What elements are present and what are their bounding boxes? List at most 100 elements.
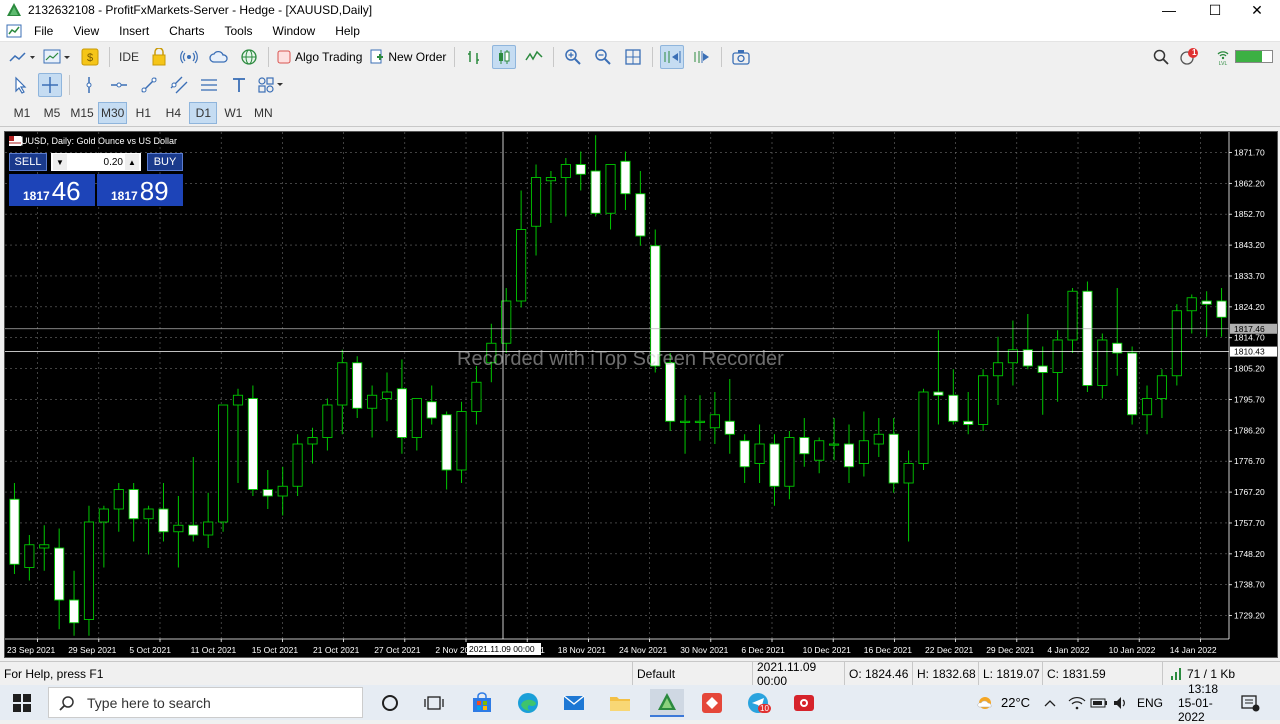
tf-m1[interactable]: M1 [8,102,36,124]
algo-trading-button[interactable]: Algo Trading [273,45,366,69]
text-tool-button[interactable] [227,73,251,97]
buy-button[interactable]: BUY [147,153,183,171]
candle-body [903,463,914,484]
chart-shift-button[interactable] [690,45,714,69]
menu-file[interactable]: File [24,24,63,38]
new-chart-dropdown[interactable] [42,45,72,69]
close-button[interactable]: ✕ [1234,0,1280,20]
ide-button[interactable]: IDE [117,45,141,69]
battery-icon[interactable] [1090,685,1108,720]
candle-body [918,391,929,464]
menu-charts[interactable]: Charts [159,24,214,38]
auto-scroll-button[interactable] [660,44,685,69]
candle-body [769,443,780,487]
cursor-button[interactable] [8,73,32,97]
market-button[interactable]: $ [78,45,102,69]
tf-h4[interactable]: H4 [159,102,187,124]
tile-windows-button[interactable] [621,45,645,69]
candle-body [367,394,378,409]
new-order-button[interactable]: New Order [366,45,450,69]
candle-body [1067,290,1078,341]
volume-input[interactable]: ▼ 0.20 ▲ [51,153,141,171]
task-view-button[interactable] [420,689,448,717]
taskbar-metatrader-app[interactable] [650,689,684,717]
price-axis-label: 1795.70 [1234,394,1265,404]
task-view-icon [424,696,444,710]
volume-icon[interactable] [1112,685,1130,720]
start-button[interactable] [8,689,36,717]
shapes-dropdown[interactable] [257,73,285,97]
clock[interactable]: 13:18 15-01-2022 [1178,682,1228,724]
connection-status[interactable]: LVL [1211,45,1235,69]
status-profile[interactable]: Default [632,662,750,685]
volume-decrease-icon[interactable]: ▼ [53,154,67,170]
ask-price-box[interactable]: 1817 89 [97,174,183,206]
horizontal-line-button[interactable] [107,73,131,97]
taskbar-recorder-app[interactable] [790,689,818,717]
candle-body [411,398,422,438]
tf-mn[interactable]: MN [249,102,277,124]
candle-body [396,388,407,438]
line-chart-button[interactable] [522,45,546,69]
tf-m5[interactable]: M5 [38,102,66,124]
date-axis-label: 18 Nov 2021 [558,645,606,655]
taskbar-edge-app[interactable] [514,689,542,717]
channel-button[interactable] [167,73,191,97]
zoom-out-button[interactable] [591,45,615,69]
taskbar-anydesk-app[interactable] [698,689,726,717]
menu-insert[interactable]: Insert [109,24,159,38]
taskbar-telegram-app[interactable]: 10 [744,689,772,717]
tf-h1[interactable]: H1 [129,102,157,124]
vertical-line-button[interactable] [77,73,101,97]
tf-m15[interactable]: M15 [68,102,96,124]
chart-type-dropdown[interactable] [8,45,36,69]
trend-line-icon [141,77,157,93]
volume-increase-icon[interactable]: ▲ [125,154,139,170]
menu-help[interactable]: Help [325,24,370,38]
crosshair-button[interactable] [38,73,62,97]
maximize-button[interactable]: ☐ [1192,0,1238,20]
lock-button[interactable] [147,45,171,69]
candle-body [471,381,482,412]
chart-window[interactable]: 1871.70 1862.20 1852.70 1843.20 1833.70 1824.… [4,131,1278,658]
taskbar-store-app[interactable] [468,689,496,717]
wifi-icon[interactable] [1068,685,1086,720]
language-indicator[interactable]: ENG [1137,685,1163,720]
cortana-button[interactable] [376,689,404,717]
tf-w1[interactable]: W1 [219,102,247,124]
globe-icon [241,48,257,65]
zoom-in-button[interactable] [561,45,585,69]
bar-chart-button[interactable] [462,45,486,69]
shapes-icon [258,77,283,93]
chart-shift-icon [694,50,710,63]
tray-overflow-icon[interactable] [1043,685,1057,720]
minimize-button[interactable]: — [1146,0,1192,20]
chart-symbol-description: XAUUSD, Daily: Gold Ounce vs US Dollar [9,136,178,146]
screen-recorder-icon [794,695,814,711]
price-chart[interactable]: 1871.70 1862.20 1852.70 1843.20 1833.70 1824.… [5,132,1278,658]
signals-button[interactable] [177,45,201,69]
candle-body [590,170,601,214]
menu-tools[interactable]: Tools [215,24,263,38]
weather-widget[interactable]: 22°C [975,685,1030,720]
community-button[interactable] [237,45,261,69]
sell-button[interactable]: SELL [9,153,47,171]
search-button[interactable] [1149,45,1173,69]
tf-m30[interactable]: M30 [98,101,128,124]
screenshot-button[interactable] [729,45,753,69]
candle-chart-button[interactable] [492,44,517,69]
notifications-button[interactable]: 1 [1177,45,1201,69]
menu-view[interactable]: View [63,24,109,38]
taskbar-mail-app[interactable] [560,689,588,717]
taskbar-search-box[interactable]: Type here to search [48,687,363,718]
menu-window[interactable]: Window [263,24,326,38]
fibonacci-button[interactable] [197,73,221,97]
tf-d1[interactable]: D1 [189,101,218,124]
taskbar-explorer-app[interactable] [606,689,634,717]
action-center-button[interactable] [1240,685,1260,720]
status-profile-label: Default [637,666,676,681]
vps-button[interactable] [207,45,231,69]
status-traffic[interactable]: 71 / 1 Kb [1162,662,1280,685]
bid-price-box[interactable]: 1817 46 [9,174,95,206]
trend-line-button[interactable] [137,73,161,97]
